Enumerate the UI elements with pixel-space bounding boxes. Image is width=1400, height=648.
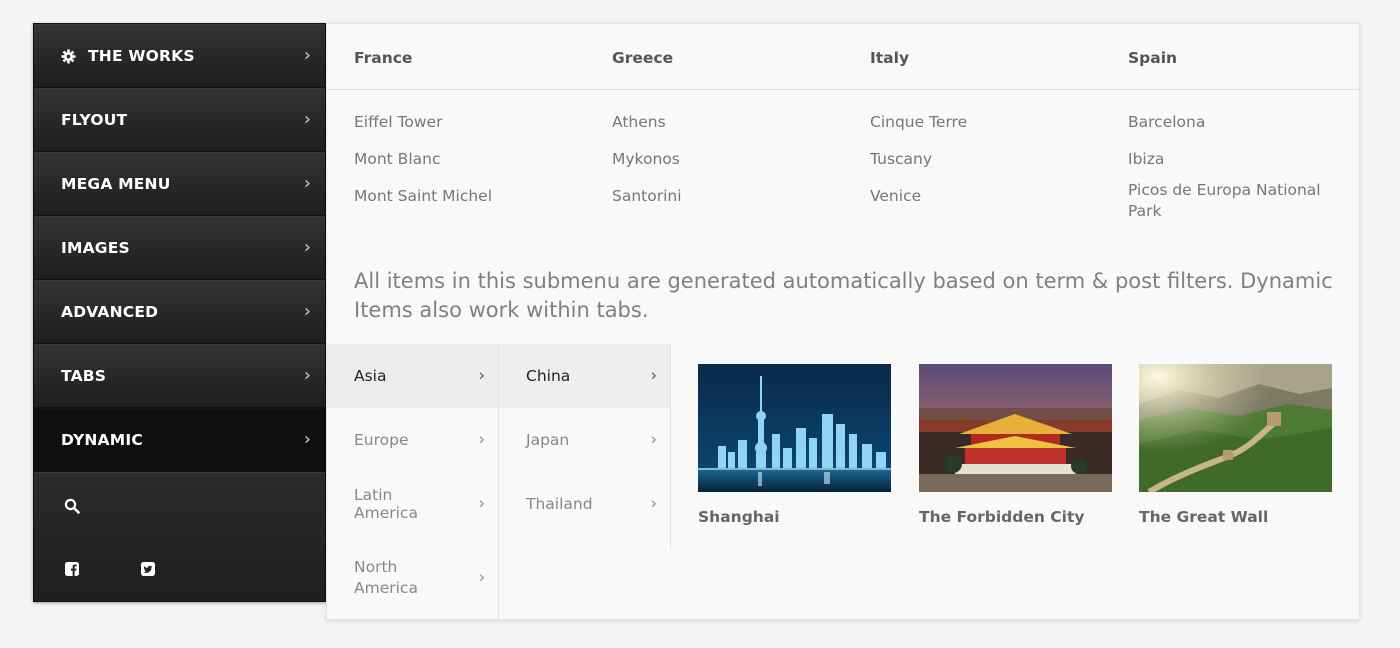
great-wall-image	[1139, 364, 1332, 492]
list-item-link[interactable]: Picos de Europa National Park	[1128, 180, 1333, 222]
card-caption: The Great Wall	[1139, 508, 1269, 526]
menu-item-advanced[interactable]: ADVANCED ›	[34, 280, 325, 344]
list-item-link[interactable]: Barcelona	[1128, 112, 1333, 133]
list-item-link[interactable]: Mykonos	[612, 149, 827, 170]
dynamic-submenu-panel: France Greece Italy Spain Eiffel Tower M…	[326, 23, 1360, 620]
twitter-icon[interactable]	[141, 562, 155, 576]
chevron-right-icon: ›	[304, 237, 311, 258]
chevron-right-icon: ›	[650, 493, 657, 513]
menu-item-label: THE WORKS	[88, 47, 195, 65]
list-item-link[interactable]: Athens	[612, 112, 827, 133]
list-item-link[interactable]: Tuscany	[870, 149, 1085, 170]
region-tab-list: Asia › Europe › Latin America › North Am…	[327, 344, 499, 620]
chevron-right-icon: ›	[304, 301, 311, 322]
menu-item-label: DYNAMIC	[61, 431, 143, 449]
column-list-greece: Athens Mykonos Santorini	[612, 112, 827, 223]
chevron-right-icon: ›	[478, 567, 485, 587]
facebook-icon[interactable]	[65, 562, 79, 576]
menu-item-label: ADVANCED	[61, 303, 159, 321]
menu-item-dynamic[interactable]: DYNAMIC ›	[34, 408, 325, 472]
tab-label: Thailand	[526, 495, 593, 513]
chevron-right-icon: ›	[478, 493, 485, 513]
list-item-link[interactable]: Mont Saint Michel	[354, 186, 569, 207]
tab-thailand[interactable]: Thailand ›	[499, 472, 670, 536]
forbidden-city-image	[919, 364, 1112, 492]
column-header-italy[interactable]: Italy	[870, 49, 909, 67]
dynamic-items-description: All items in this submenu are generated …	[354, 269, 1333, 322]
sidebar-utility-area	[34, 472, 325, 599]
tab-label: Japan	[526, 431, 570, 449]
menu-item-flyout[interactable]: FLYOUT ›	[34, 88, 325, 152]
menu-item-label: MEGA MENU	[61, 175, 171, 193]
chevron-right-icon: ›	[304, 109, 311, 130]
tab-north-america[interactable]: North America ›	[327, 536, 498, 620]
column-header-greece[interactable]: Greece	[612, 49, 673, 67]
list-item-link[interactable]: Eiffel Tower	[354, 112, 569, 133]
tab-asia[interactable]: Asia ›	[327, 344, 498, 408]
tab-label: North America	[354, 558, 418, 597]
list-item-link[interactable]: Mont Blanc	[354, 149, 569, 170]
tab-label: Latin America	[354, 486, 418, 522]
column-list-spain: Barcelona Ibiza Picos de Europa National…	[1128, 112, 1333, 222]
card-caption: Shanghai	[698, 508, 780, 526]
tab-china[interactable]: China ›	[499, 344, 670, 408]
list-item-link[interactable]: Ibiza	[1128, 149, 1333, 170]
list-item-link[interactable]: Venice	[870, 186, 1085, 207]
menu-item-images[interactable]: IMAGES ›	[34, 216, 325, 280]
chevron-right-icon: ›	[478, 365, 485, 385]
chevron-right-icon: ›	[304, 429, 311, 450]
chevron-right-icon: ›	[304, 173, 311, 194]
tab-europe[interactable]: Europe ›	[327, 408, 498, 472]
chevron-right-icon: ›	[304, 45, 311, 66]
column-list-france: Eiffel Tower Mont Blanc Mont Saint Miche…	[354, 112, 569, 223]
chevron-right-icon: ›	[478, 429, 485, 449]
menu-item-mega-menu[interactable]: MEGA MENU ›	[34, 152, 325, 216]
column-header-spain[interactable]: Spain	[1128, 49, 1177, 67]
chevron-right-icon: ›	[650, 429, 657, 449]
card-shanghai[interactable]: Shanghai	[698, 364, 891, 526]
gear-icon	[61, 48, 76, 64]
menu-item-label: IMAGES	[61, 239, 130, 257]
chevron-right-icon: ›	[304, 365, 311, 386]
tab-label: Europe	[354, 431, 409, 449]
search-icon[interactable]	[64, 498, 80, 514]
tab-latin-america[interactable]: Latin America ›	[327, 472, 498, 536]
sidebar-menu: THE WORKS › FLYOUT › MEGA MENU › IMAGES …	[33, 23, 326, 602]
card-caption: The Forbidden City	[919, 508, 1085, 526]
tab-japan[interactable]: Japan ›	[499, 408, 670, 472]
column-list-italy: Cinque Terre Tuscany Venice	[870, 112, 1085, 223]
menu-item-the-works[interactable]: THE WORKS ›	[34, 24, 325, 88]
card-forbidden-city[interactable]: The Forbidden City	[919, 364, 1112, 526]
tab-label: Asia	[354, 367, 387, 385]
column-header-row: France Greece Italy Spain	[327, 24, 1359, 90]
menu-item-label: FLYOUT	[61, 111, 128, 129]
country-tab-list: China › Japan › Thailand ›	[499, 344, 671, 550]
menu-item-tabs[interactable]: TABS ›	[34, 344, 325, 408]
card-great-wall[interactable]: The Great Wall	[1139, 364, 1332, 526]
list-item-link[interactable]: Santorini	[612, 186, 827, 207]
chevron-right-icon: ›	[650, 365, 657, 385]
column-header-france[interactable]: France	[354, 49, 412, 67]
shanghai-skyline-image	[698, 364, 891, 492]
tab-label: China	[526, 367, 571, 385]
list-item-link[interactable]: Cinque Terre	[870, 112, 1085, 133]
menu-item-label: TABS	[61, 367, 107, 385]
